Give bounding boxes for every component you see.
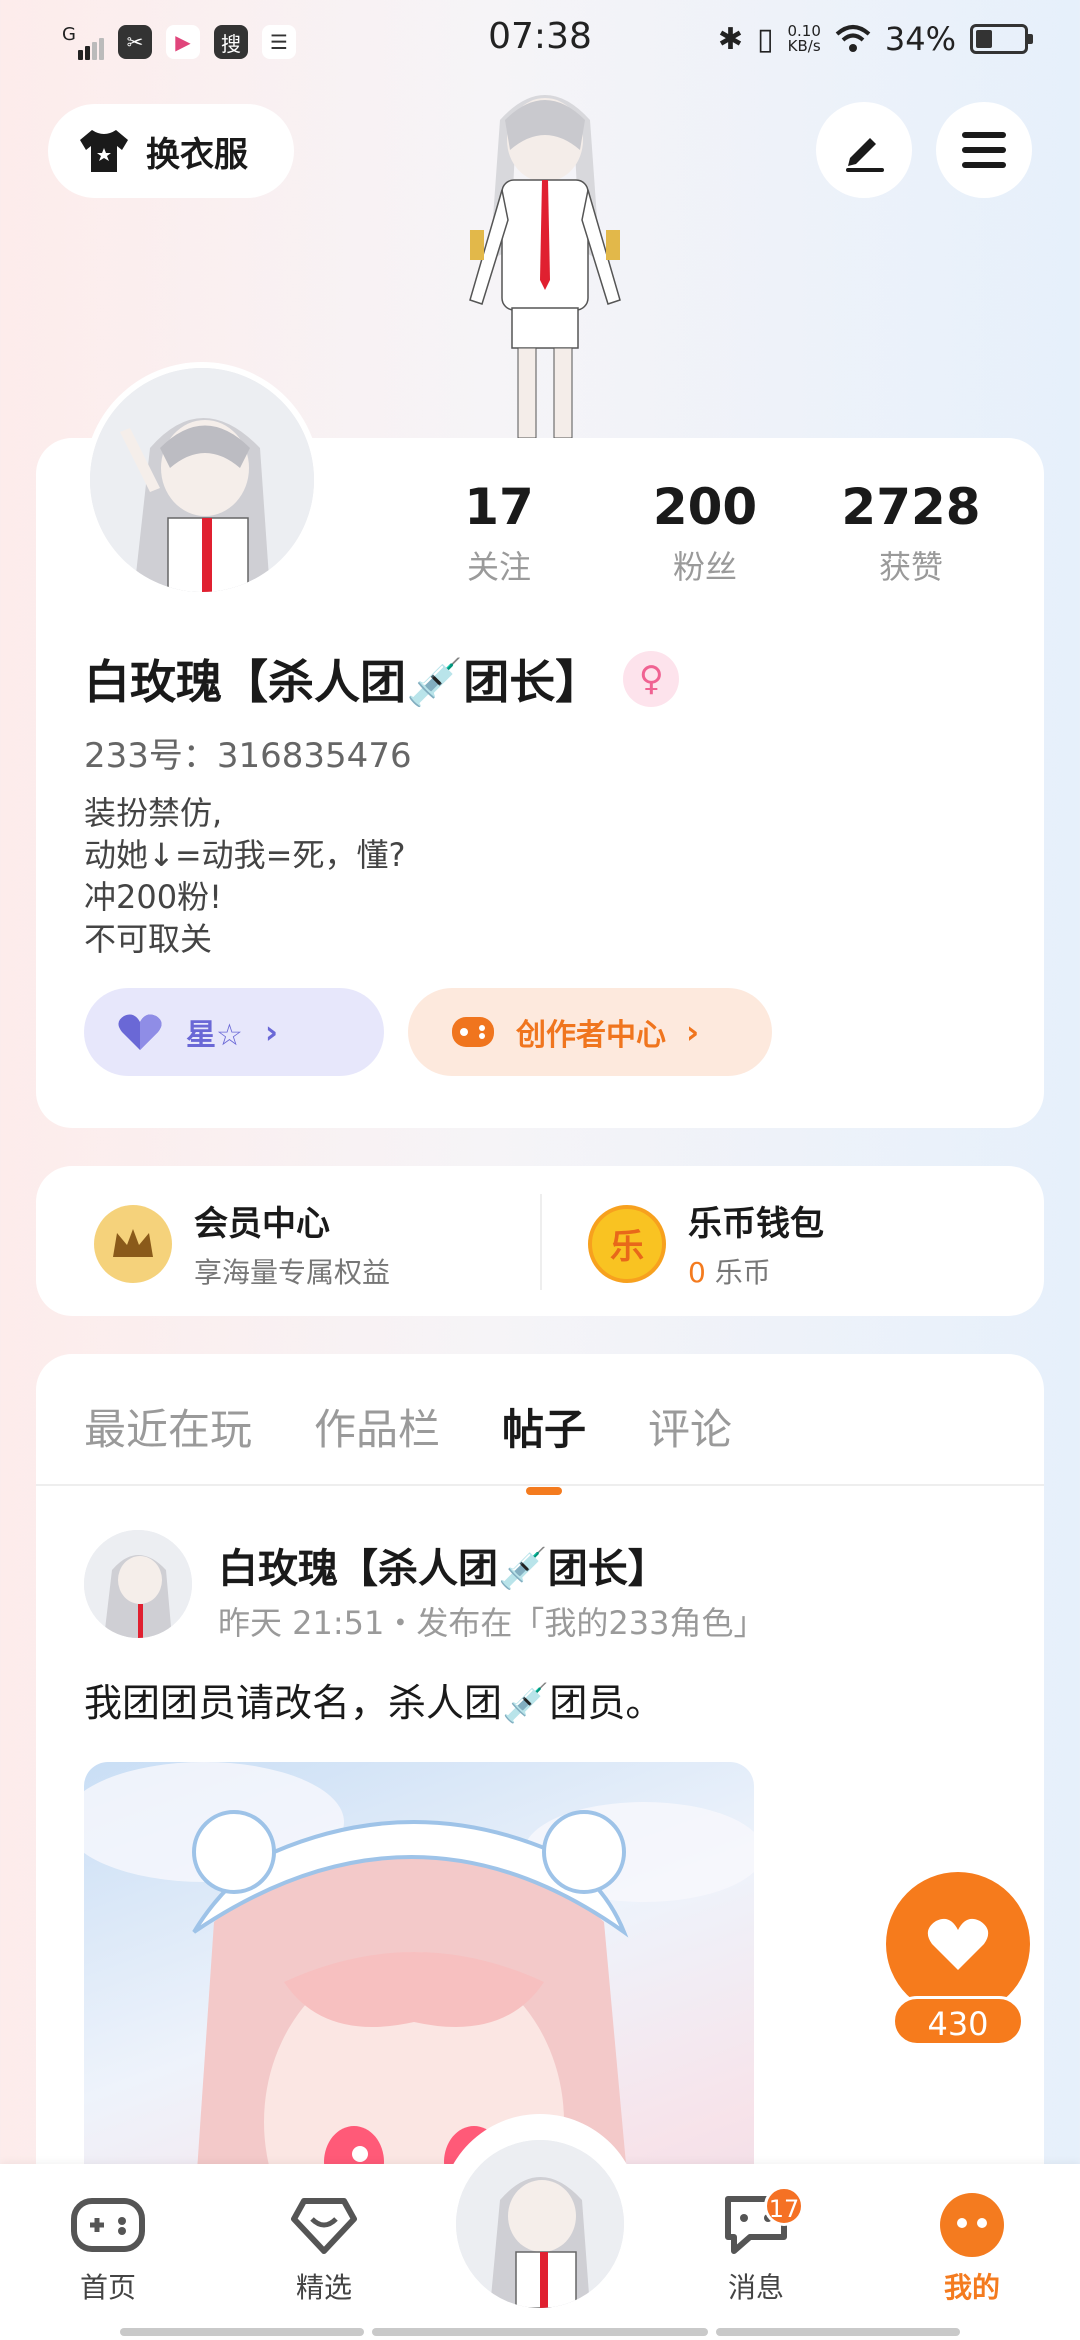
coin-wallet-title: 乐币钱包: [688, 1204, 824, 1244]
menu-icon: [962, 132, 1006, 168]
female-gender-icon: ♀: [623, 651, 680, 707]
tab-recently-played[interactable]: 最近在玩: [84, 1396, 252, 1457]
pen-icon: [846, 138, 884, 172]
member-center-title: 会员中心: [194, 1204, 330, 1244]
coin-unit: 乐币: [714, 1256, 771, 1289]
profile-name-row: 白玫瑰【杀人团💉团长】 ♀: [84, 646, 680, 712]
menu-button[interactable]: [936, 102, 1032, 198]
nav-messages-label: 消息: [727, 2271, 784, 2304]
face-icon: [940, 2193, 1004, 2257]
gamepad-icon: [452, 1017, 494, 1047]
profile-name: 白玫瑰【杀人团💉团长】: [84, 655, 602, 709]
vibrate-icon: ▯: [756, 21, 774, 57]
divider: [36, 1484, 1044, 1486]
stat-label: 关注: [466, 548, 531, 586]
status-bar: G ✂ ▶ 搜 ☰ 07:38 ✱ ▯ 0.10 KB/s 34%: [0, 0, 1080, 84]
creator-center-label: 创作者中心: [516, 1018, 666, 1053]
profile-bio: 装扮禁仿, 动她↓=动我=死，懂? 冲200粉! 不可取关: [84, 792, 405, 960]
post-author-name[interactable]: 白玫瑰【杀人团💉团长】: [218, 1536, 668, 1594]
member-center-entry[interactable]: 会员中心 享海量专属权益: [94, 1196, 390, 1291]
coin-wallet-subtitle: 0 乐币: [688, 1251, 824, 1291]
nav-home-label: 首页: [79, 2271, 136, 2304]
creator-center-button[interactable]: 创作者中心 ›: [408, 988, 772, 1076]
message-badge: 17: [764, 2186, 804, 2226]
stat-fans[interactable]: 200 粉丝: [602, 478, 808, 588]
nav-mine[interactable]: 我的: [902, 2192, 1042, 2306]
nav-featured-label: 精选: [295, 2271, 352, 2304]
stat-number: 200: [652, 478, 758, 536]
coin-icon: 乐: [588, 1204, 666, 1283]
stat-label: 获赞: [878, 548, 943, 586]
profile-stats: 17 关注 200 粉丝 2728 获赞: [396, 478, 1014, 588]
bio-line: 不可取关: [84, 920, 213, 958]
bluetooth-icon: ✱: [717, 21, 743, 57]
bio-line: 动她↓=动我=死，懂?: [84, 836, 406, 874]
gesture-bar: [372, 2328, 708, 2336]
gesture-bar: [120, 2328, 364, 2336]
stat-following[interactable]: 17 关注: [396, 478, 602, 588]
battery-percent: 34%: [884, 20, 956, 58]
wifi-icon: [835, 25, 871, 52]
tab-comments[interactable]: 评论: [648, 1396, 732, 1457]
like-count: 430: [892, 1996, 1024, 2046]
edit-button[interactable]: [816, 102, 912, 198]
tab-works[interactable]: 作品栏: [314, 1396, 440, 1457]
heart-icon: [927, 1918, 989, 1970]
change-outfit-label: 换衣服: [146, 134, 248, 175]
crown-icon: [94, 1204, 172, 1283]
battery-icon: [970, 24, 1033, 54]
post-meta: 昨天 21:51・发布在「我的233角色」: [218, 1604, 766, 1642]
chevron-right-icon: ›: [686, 1013, 700, 1051]
nav-featured[interactable]: 精选: [254, 2192, 394, 2306]
gamepad-icon: [71, 2198, 145, 2252]
change-outfit-button[interactable]: 换衣服: [48, 104, 294, 198]
profile-avatar[interactable]: [84, 362, 320, 598]
like-button[interactable]: [886, 1872, 1030, 2016]
star-chip-label: 星☆: [186, 1018, 243, 1053]
heart-icon: [118, 1014, 162, 1050]
net-speed: 0.10 KB/s: [787, 22, 821, 55]
chevron-right-icon: ›: [264, 1013, 279, 1051]
post-text[interactable]: 我团团员请改名，杀人团💉团员。: [84, 1672, 663, 1727]
avatar-character-figure[interactable]: [430, 80, 660, 440]
nav-mine-label: 我的: [943, 2271, 1000, 2304]
stat-number: 17: [464, 478, 534, 536]
bio-line: 装扮禁仿,: [84, 794, 223, 832]
shirt-icon: [80, 130, 128, 172]
gesture-bar: [716, 2328, 960, 2336]
coin-amount: 0: [688, 1256, 706, 1289]
nav-home[interactable]: 首页: [38, 2192, 178, 2306]
user-id[interactable]: 233号：316835476: [84, 728, 412, 777]
stat-likes[interactable]: 2728 获赞: [808, 478, 1014, 588]
member-center-subtitle: 享海量专属权益: [194, 1256, 391, 1289]
gem-heart-icon: [291, 2198, 357, 2254]
stat-label: 粉丝: [672, 548, 737, 586]
vip-card: 会员中心 享海量专属权益 乐 乐币钱包 0 乐币: [36, 1166, 1044, 1316]
bio-line: 冲200粉!: [84, 878, 222, 916]
star-chip-button[interactable]: 星☆ ›: [84, 988, 384, 1076]
nav-messages[interactable]: 17 消息: [686, 2186, 826, 2306]
stat-number: 2728: [841, 478, 981, 536]
coin-wallet-entry[interactable]: 乐 乐币钱包 0 乐币: [588, 1196, 824, 1291]
profile-tabs: 最近在玩 作品栏 帖子 评论: [84, 1396, 732, 1495]
tab-posts[interactable]: 帖子: [502, 1396, 586, 1495]
post-author-avatar[interactable]: [84, 1530, 192, 1638]
center-avatar-button[interactable]: [456, 2140, 624, 2308]
divider: [540, 1194, 542, 1290]
